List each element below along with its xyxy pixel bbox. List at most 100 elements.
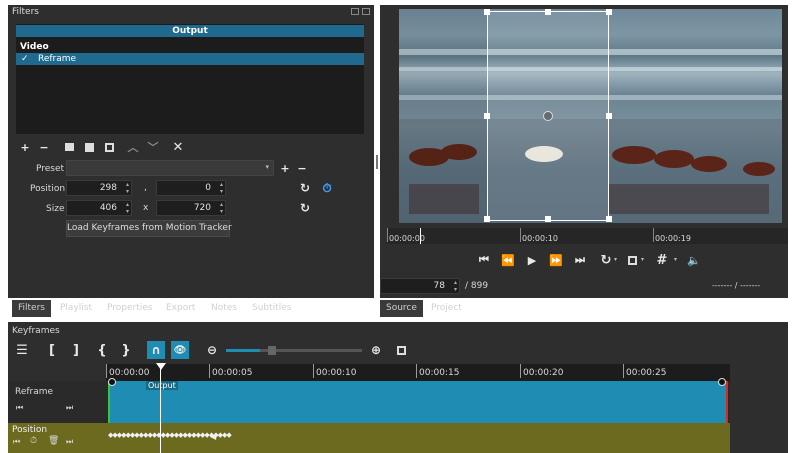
preset-combobox[interactable]: ▾ bbox=[66, 160, 274, 176]
preset-label: Preset bbox=[36, 164, 65, 174]
zoom-menu-arrow-icon[interactable]: ▾ bbox=[641, 256, 644, 263]
next-keyframe-track-icon[interactable]: ⏭ bbox=[66, 403, 73, 413]
timeline-ruler-label: 00:00:25 bbox=[626, 368, 667, 378]
save-preset-icon[interactable] bbox=[101, 139, 117, 155]
skip-start-icon[interactable]: ⏮ bbox=[476, 252, 492, 268]
tab-filters[interactable]: Filters bbox=[12, 300, 51, 317]
reframe-handle-tr[interactable] bbox=[606, 9, 612, 15]
grid-menu-arrow-icon[interactable]: ▾ bbox=[674, 256, 677, 263]
filter-check[interactable]: ✓ bbox=[21, 53, 29, 65]
track-header-reframe[interactable]: Reframe ⏮ ⏭ bbox=[8, 381, 106, 423]
filter-item-reframe[interactable]: ✓ Reframe bbox=[16, 53, 364, 65]
next-keyframe-param-icon[interactable]: ⏭ bbox=[66, 437, 73, 447]
tab-export[interactable]: Export bbox=[160, 300, 201, 317]
splitter-handle[interactable] bbox=[376, 155, 378, 169]
reframe-center-handle[interactable] bbox=[543, 111, 553, 121]
right-edge-bar bbox=[788, 0, 795, 453]
tab-notes[interactable]: Notes bbox=[205, 300, 243, 317]
reset-size-icon[interactable]: ↻ bbox=[297, 200, 313, 216]
timeline-ruler-label: 00:00:20 bbox=[523, 368, 564, 378]
reframe-dim-left bbox=[399, 9, 487, 223]
frame-field[interactable]: 78 bbox=[380, 278, 460, 294]
reframe-handle-tl[interactable] bbox=[484, 9, 490, 15]
panel-close-icon[interactable] bbox=[362, 8, 370, 15]
panel-float-icon[interactable] bbox=[351, 8, 359, 15]
output-header: Output bbox=[16, 25, 364, 37]
playhead-marker-icon[interactable] bbox=[156, 363, 166, 370]
player-ruler-label: 00:00:10 bbox=[522, 234, 558, 243]
copy-filter-icon[interactable] bbox=[61, 139, 77, 155]
ruler-tick bbox=[313, 364, 314, 378]
reframe-handle-ml[interactable] bbox=[484, 113, 490, 119]
snap-icon[interactable]: ∩ bbox=[147, 341, 165, 359]
position-param-track[interactable]: ◆◆◆◆◆◆◆◆◆◆◆◆◆◆◆◆◆◆◆◆◆◆◆◆◆◆◆◆ ◀ bbox=[106, 423, 730, 453]
reframe-clip[interactable]: Output bbox=[108, 381, 728, 423]
tab-project[interactable]: Project bbox=[425, 300, 468, 317]
player-playhead[interactable] bbox=[420, 228, 421, 244]
deselect-icon[interactable]: ✕ bbox=[170, 139, 186, 155]
track-header-position[interactable]: Position ⏮ ⏱ 🗑 ⏭ bbox=[8, 423, 106, 453]
prev-keyframe-track-icon[interactable]: ⏮ bbox=[16, 403, 23, 413]
keyframe-marker-single[interactable]: ◀ bbox=[210, 432, 216, 441]
zoom-out-icon[interactable]: ⊖ bbox=[204, 342, 220, 358]
video-group-label: Video bbox=[20, 42, 49, 52]
loop-menu-arrow-icon[interactable]: ▾ bbox=[614, 256, 617, 263]
zoom-slider[interactable] bbox=[226, 346, 362, 355]
timeline-playhead[interactable] bbox=[160, 364, 161, 453]
volume-icon[interactable]: 🔈 bbox=[686, 252, 702, 268]
add-filter-icon[interactable]: + bbox=[17, 139, 33, 155]
keyframe-toggle-icon[interactable]: ⏱ bbox=[30, 436, 37, 446]
scrub-icon[interactable]: 👁 bbox=[171, 341, 189, 359]
ruler-tick bbox=[520, 364, 521, 378]
seek-out-icon[interactable]: ] bbox=[68, 342, 84, 358]
reframe-handle-bl[interactable] bbox=[484, 216, 490, 222]
move-up-icon[interactable]: ︿ bbox=[125, 139, 141, 155]
player-ruler[interactable]: 00:00:00 00:00:10 00:00:19 bbox=[387, 228, 792, 244]
tab-properties[interactable]: Properties bbox=[101, 300, 158, 317]
tab-source[interactable]: Source bbox=[380, 300, 423, 317]
delete-preset-icon[interactable]: − bbox=[294, 160, 310, 176]
ruler-tick bbox=[106, 364, 107, 378]
paste-filter-icon[interactable] bbox=[81, 139, 97, 155]
reframe-handle-br[interactable] bbox=[606, 216, 612, 222]
reframe-handle-tc[interactable] bbox=[545, 9, 551, 15]
keyframe-position-icon[interactable]: ⏱ bbox=[319, 180, 335, 196]
prev-keyframe-param-icon[interactable]: ⏮ bbox=[13, 437, 20, 447]
motion-tracker-button[interactable]: Load Keyframes from Motion Tracker bbox=[66, 220, 232, 237]
position-separator: , bbox=[144, 183, 147, 193]
seek-in-icon[interactable]: [ bbox=[44, 342, 60, 358]
video-viewer[interactable] bbox=[399, 9, 782, 223]
reset-position-icon[interactable]: ↻ bbox=[297, 180, 313, 196]
trash-icon[interactable]: 🗑 bbox=[48, 436, 59, 446]
menu-icon[interactable]: ☰ bbox=[14, 342, 30, 358]
size-height-field[interactable]: 720 bbox=[156, 200, 226, 216]
zoom-fit-icon[interactable] bbox=[393, 342, 409, 358]
clip-label: Output bbox=[146, 381, 178, 390]
fast-forward-icon[interactable]: ⏩ bbox=[548, 252, 564, 268]
clip-start-keyframe[interactable] bbox=[108, 378, 116, 386]
grid-icon[interactable]: # bbox=[654, 252, 670, 268]
zoom-player-icon[interactable] bbox=[624, 252, 640, 268]
rewind-icon[interactable]: ⏪ bbox=[500, 252, 516, 268]
reframe-handle-bc[interactable] bbox=[545, 216, 551, 222]
timeline-ruler[interactable]: 00:00:00 00:00:05 00:00:10 00:00:15 00:0… bbox=[106, 364, 730, 381]
size-width-field[interactable]: 406 bbox=[66, 200, 132, 216]
loop-icon[interactable]: ↻ bbox=[598, 252, 614, 268]
zoom-in-icon[interactable]: ⊕ bbox=[368, 342, 384, 358]
reframe-handle-mr[interactable] bbox=[606, 113, 612, 119]
zoom-slider-handle[interactable] bbox=[268, 346, 276, 355]
skip-end-icon[interactable]: ⏭ bbox=[572, 252, 588, 268]
play-icon[interactable]: ▶ bbox=[524, 252, 540, 268]
prev-keyframe-icon[interactable]: { bbox=[94, 342, 110, 358]
remove-filter-icon[interactable]: − bbox=[36, 139, 52, 155]
tab-playlist[interactable]: Playlist bbox=[54, 300, 98, 317]
track-label-reframe: Reframe bbox=[15, 387, 54, 397]
next-keyframe-icon[interactable]: } bbox=[118, 342, 134, 358]
tab-subtitles[interactable]: Subtitles bbox=[246, 300, 297, 317]
move-down-icon[interactable]: ﹀ bbox=[145, 139, 161, 155]
add-preset-icon[interactable]: + bbox=[277, 160, 293, 176]
position-y-field[interactable]: 0 bbox=[156, 180, 226, 196]
player-ruler-label: 00:00:19 bbox=[655, 234, 691, 243]
position-x-field[interactable]: 298 bbox=[66, 180, 132, 196]
clip-end-keyframe[interactable] bbox=[718, 378, 726, 386]
